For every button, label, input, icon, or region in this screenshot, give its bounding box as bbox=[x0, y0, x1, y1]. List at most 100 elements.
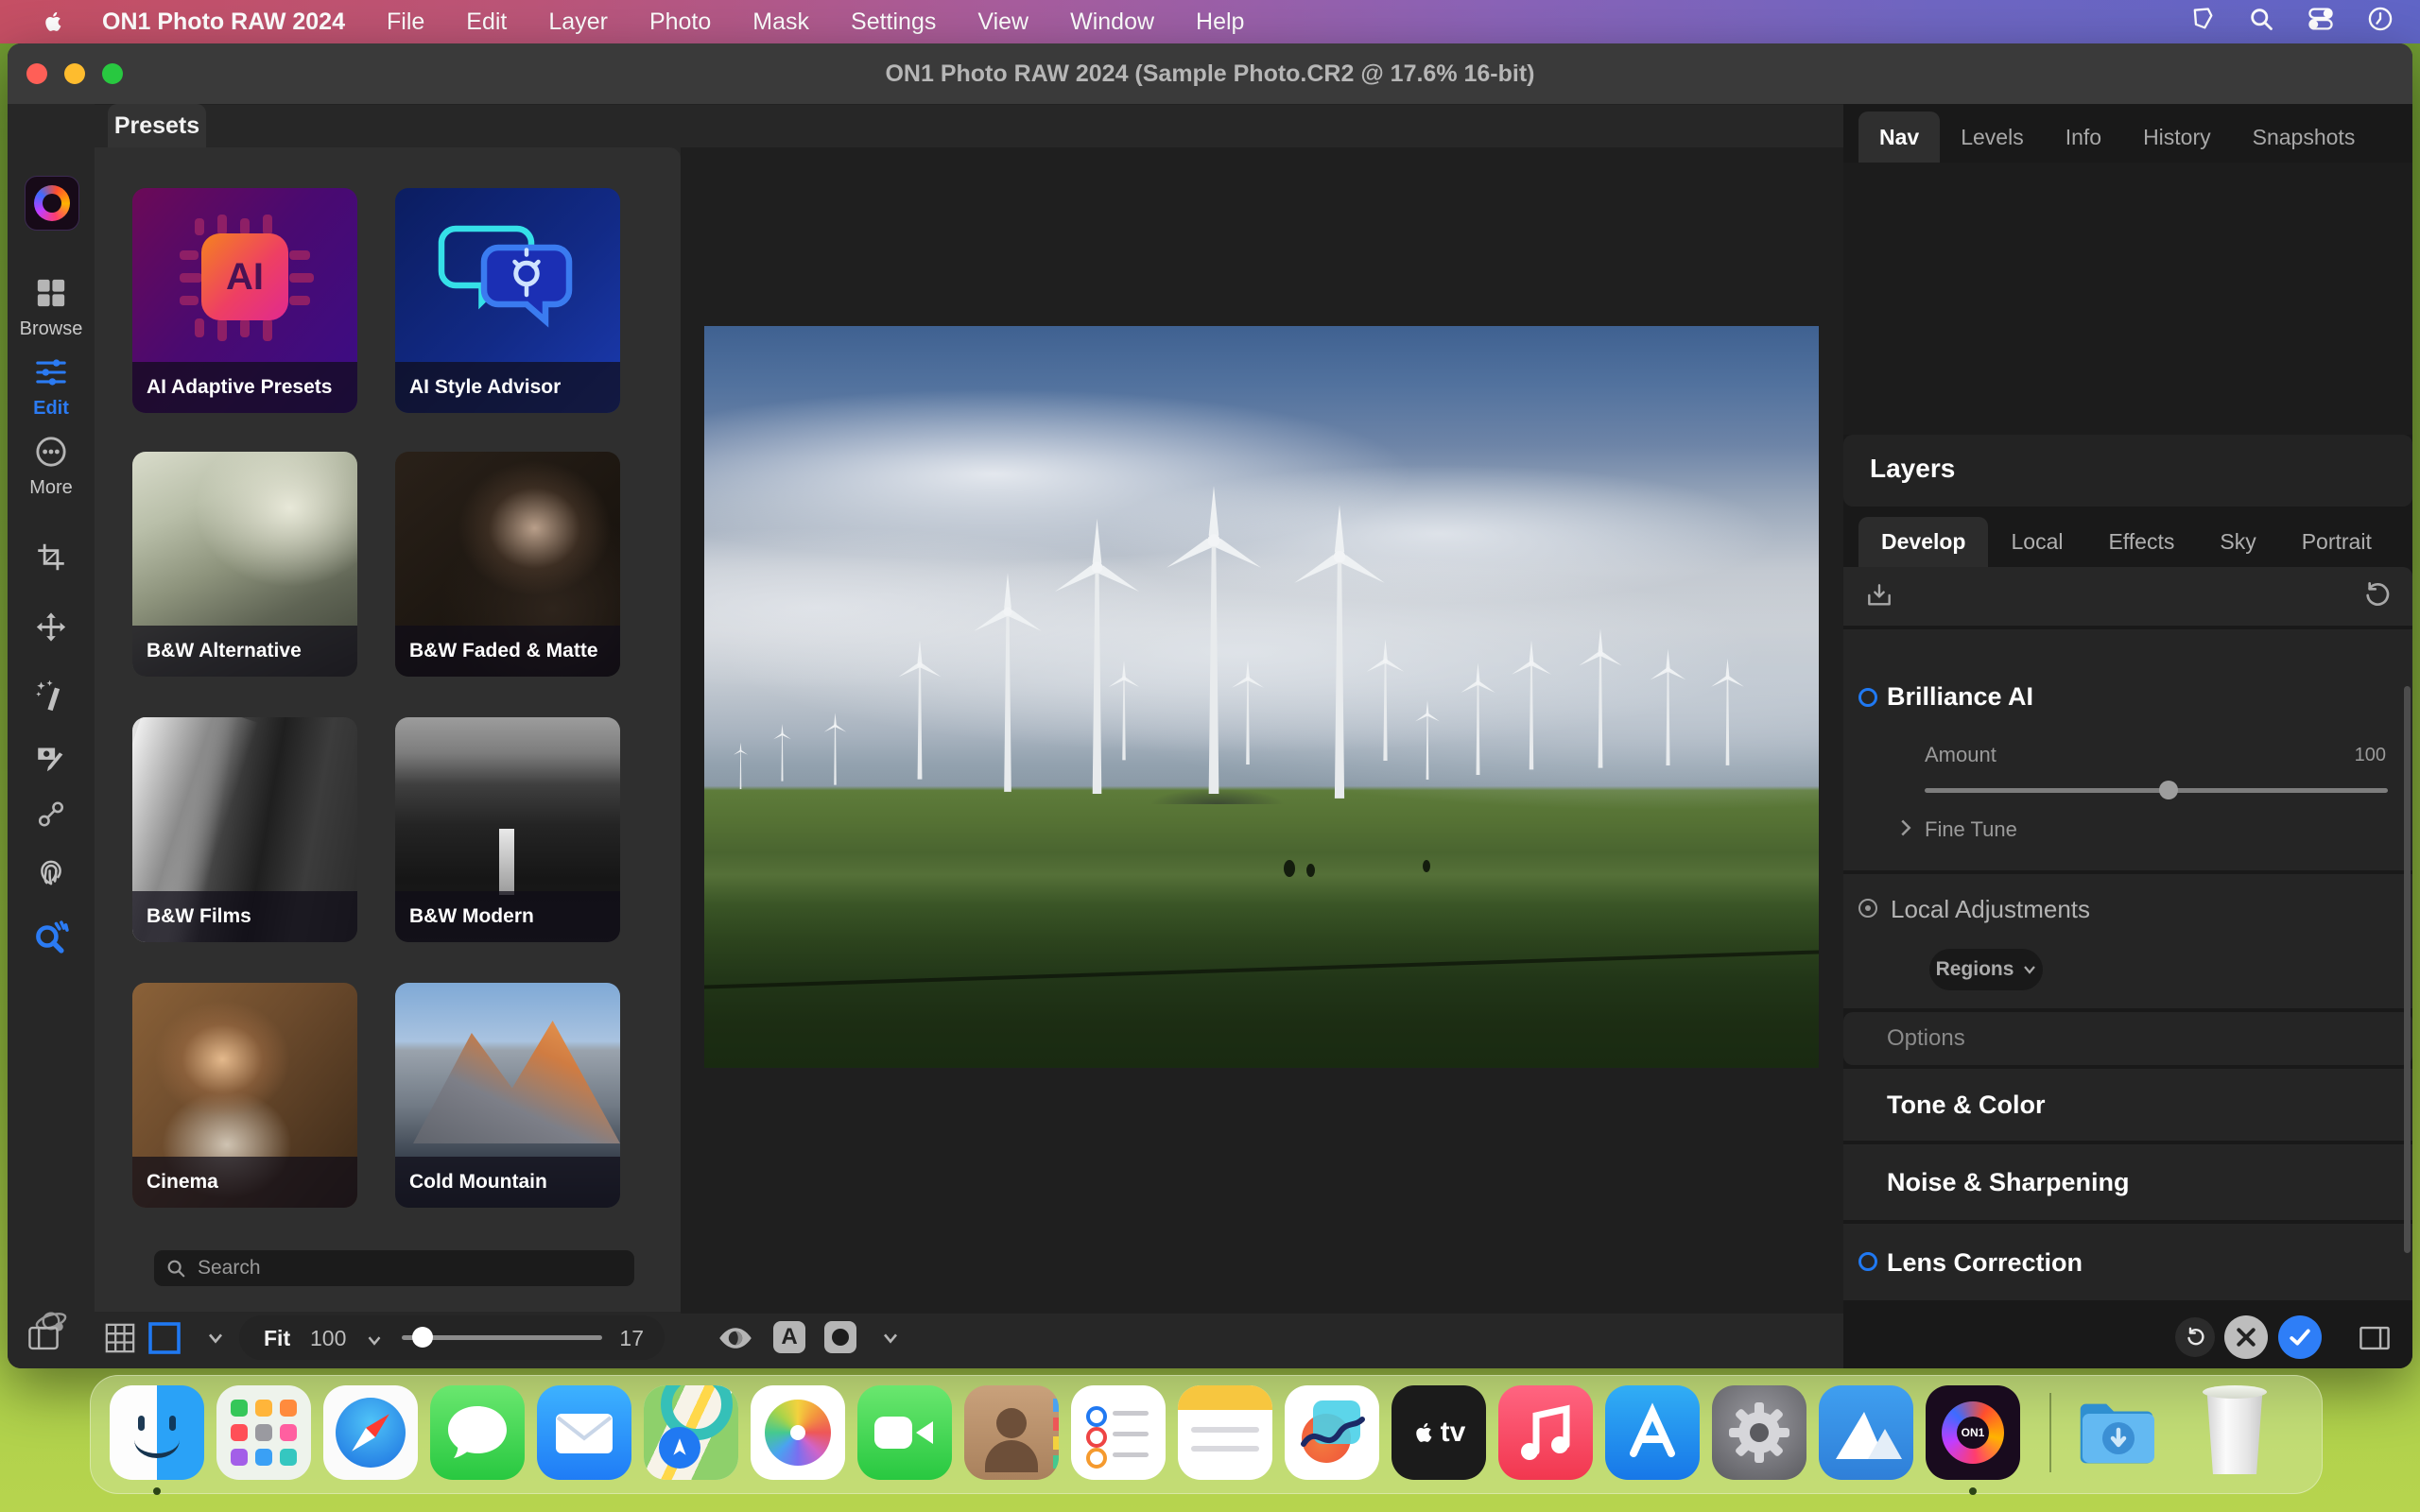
menu-layer[interactable]: Layer bbox=[548, 9, 608, 36]
menu-mask[interactable]: Mask bbox=[752, 9, 809, 36]
dock-mail-icon[interactable] bbox=[537, 1385, 631, 1480]
window-titlebar[interactable]: ON1 Photo RAW 2024 (Sample Photo.CR2 @ 1… bbox=[8, 43, 2412, 105]
dock-settings-icon[interactable] bbox=[1712, 1385, 1806, 1480]
shield-icon[interactable] bbox=[2189, 6, 2216, 39]
mask-options-chevron-icon[interactable] bbox=[873, 1321, 908, 1355]
menu-window[interactable]: Window bbox=[1070, 9, 1154, 36]
lens-correction-toggle[interactable] bbox=[1858, 1252, 1877, 1271]
fit-button[interactable]: Fit bbox=[264, 1326, 290, 1351]
menu-help[interactable]: Help bbox=[1196, 9, 1244, 36]
tab-effects[interactable]: Effects bbox=[2085, 517, 2197, 567]
tone-color-section[interactable]: Tone & Color bbox=[1843, 1069, 2412, 1141]
preset-card-bw-modern[interactable]: B&W Modern bbox=[395, 717, 620, 942]
view-mode-chevron-icon[interactable] bbox=[199, 1321, 233, 1355]
panel-toggle-right-icon[interactable] bbox=[2358, 1321, 2392, 1355]
amount-slider[interactable] bbox=[1925, 788, 2388, 793]
mask-view-button[interactable] bbox=[824, 1321, 856, 1353]
zoom-chevron-icon[interactable] bbox=[367, 1333, 382, 1350]
save-preset-icon[interactable] bbox=[1864, 580, 1894, 615]
noise-sharpening-section[interactable]: Noise & Sharpening bbox=[1843, 1144, 2412, 1220]
dock-trash-icon[interactable] bbox=[2187, 1385, 2282, 1480]
layers-section[interactable]: Layers bbox=[1843, 435, 2412, 507]
dock-on1-photo-raw-icon[interactable]: ON1 bbox=[1926, 1385, 2020, 1480]
dock-downloads-icon[interactable] bbox=[2071, 1385, 2166, 1480]
move-tool-icon[interactable] bbox=[36, 611, 67, 647]
tab-nav[interactable]: Nav bbox=[1858, 112, 1940, 163]
preset-card-bw-alternative[interactable]: B&W Alternative bbox=[132, 452, 357, 677]
undo-button[interactable] bbox=[2175, 1317, 2215, 1357]
menu-edit[interactable]: Edit bbox=[466, 9, 507, 36]
tab-sky[interactable]: Sky bbox=[2197, 517, 2278, 567]
preset-card-ai-style-advisor[interactable]: AI Style Advisor bbox=[395, 188, 620, 413]
compare-button[interactable]: A bbox=[773, 1321, 805, 1353]
dock-freeform-icon[interactable] bbox=[1285, 1385, 1379, 1480]
menubar-app-name[interactable]: ON1 Photo RAW 2024 bbox=[102, 9, 345, 36]
preset-card-bw-faded-matte[interactable]: B&W Faded & Matte bbox=[395, 452, 620, 677]
grid-view-icon[interactable] bbox=[103, 1321, 137, 1355]
dock-music-icon[interactable] bbox=[1498, 1385, 1593, 1480]
dock-safari-icon[interactable] bbox=[323, 1385, 418, 1480]
amount-slider-handle[interactable] bbox=[2159, 781, 2178, 799]
dock-reminders-icon[interactable] bbox=[1071, 1385, 1166, 1480]
dock-appletv-icon[interactable]: tv bbox=[1392, 1385, 1486, 1480]
ai-quick-mask-tool-icon[interactable] bbox=[34, 678, 68, 716]
cancel-button[interactable] bbox=[2224, 1315, 2268, 1359]
search-input[interactable] bbox=[196, 1256, 623, 1280]
preview-eye-icon[interactable] bbox=[718, 1321, 752, 1355]
tab-history[interactable]: History bbox=[2122, 112, 2232, 163]
tab-info[interactable]: Info bbox=[2045, 112, 2122, 163]
menu-view[interactable]: View bbox=[977, 9, 1028, 36]
tab-portrait[interactable]: Portrait bbox=[2279, 517, 2394, 567]
dock-mountains-app-icon[interactable] bbox=[1819, 1385, 1913, 1480]
dock-maps-icon[interactable] bbox=[644, 1385, 738, 1480]
clock-icon[interactable] bbox=[2367, 6, 2394, 39]
apply-button[interactable] bbox=[2278, 1315, 2322, 1359]
dock-messages-icon[interactable] bbox=[430, 1385, 525, 1480]
brilliance-toggle[interactable] bbox=[1858, 688, 1877, 707]
presets-tab[interactable]: Presets bbox=[108, 104, 206, 148]
sidebar-item-browse[interactable]: Browse bbox=[8, 277, 95, 340]
options-section[interactable]: Options bbox=[1843, 1012, 2412, 1065]
right-panel-scrollbar[interactable] bbox=[2404, 686, 2411, 1253]
spotlight-search-icon[interactable] bbox=[2248, 6, 2274, 39]
dock-notes-icon[interactable] bbox=[1178, 1385, 1272, 1480]
preset-card-cold-mountain[interactable]: Cold Mountain bbox=[395, 983, 620, 1208]
dock-facetime-icon[interactable] bbox=[857, 1385, 952, 1480]
zoom-slider-handle[interactable] bbox=[412, 1327, 433, 1348]
chevron-right-icon[interactable] bbox=[1898, 818, 1913, 842]
preset-card-bw-films[interactable]: B&W Films bbox=[132, 717, 357, 942]
lens-correction-section[interactable]: Lens Correction bbox=[1843, 1224, 2412, 1300]
fine-tune-label[interactable]: Fine Tune bbox=[1925, 817, 2017, 842]
menu-file[interactable]: File bbox=[387, 9, 424, 36]
menu-settings[interactable]: Settings bbox=[851, 9, 936, 36]
apple-menu-icon[interactable] bbox=[42, 8, 66, 36]
dock-finder-icon[interactable] bbox=[110, 1385, 204, 1480]
zoom-slider[interactable] bbox=[402, 1335, 602, 1340]
masking-brush-tool-icon[interactable] bbox=[36, 743, 67, 779]
sidebar-item-edit[interactable]: Edit bbox=[8, 356, 95, 420]
dock-launchpad-icon[interactable] bbox=[216, 1385, 311, 1480]
dock-appstore-icon[interactable] bbox=[1605, 1385, 1700, 1480]
dock-photos-icon[interactable] bbox=[751, 1385, 845, 1480]
preset-card-cinema[interactable]: Cinema bbox=[132, 983, 357, 1208]
single-view-icon[interactable] bbox=[147, 1321, 182, 1355]
refine-tool-icon[interactable] bbox=[37, 799, 66, 833]
preset-search-box[interactable] bbox=[154, 1250, 634, 1286]
panel-toggle-browser-icon[interactable] bbox=[26, 1321, 60, 1355]
control-center-icon[interactable] bbox=[2307, 6, 2335, 39]
crop-tool-icon[interactable] bbox=[36, 541, 67, 577]
menu-photo[interactable]: Photo bbox=[649, 9, 711, 36]
reset-icon[interactable] bbox=[2361, 580, 2392, 615]
zoom-view-tool-icon[interactable] bbox=[33, 919, 69, 959]
regions-dropdown[interactable]: Regions bbox=[1929, 949, 2043, 990]
photo-canvas[interactable] bbox=[681, 147, 1843, 1314]
tab-develop[interactable]: Develop bbox=[1858, 517, 1988, 567]
tab-snapshots[interactable]: Snapshots bbox=[2232, 112, 2377, 163]
sidebar-item-more[interactable]: More bbox=[8, 436, 95, 499]
local-adjustments-toggle[interactable] bbox=[1858, 899, 1877, 918]
dock-contacts-icon[interactable] bbox=[964, 1385, 1059, 1480]
tab-local[interactable]: Local bbox=[1988, 517, 2085, 567]
preset-card-ai-adaptive[interactable]: AI AI Adaptive Presets bbox=[132, 188, 357, 413]
zoom-value[interactable]: 100 bbox=[310, 1326, 346, 1351]
healing-tool-icon[interactable] bbox=[36, 855, 67, 891]
